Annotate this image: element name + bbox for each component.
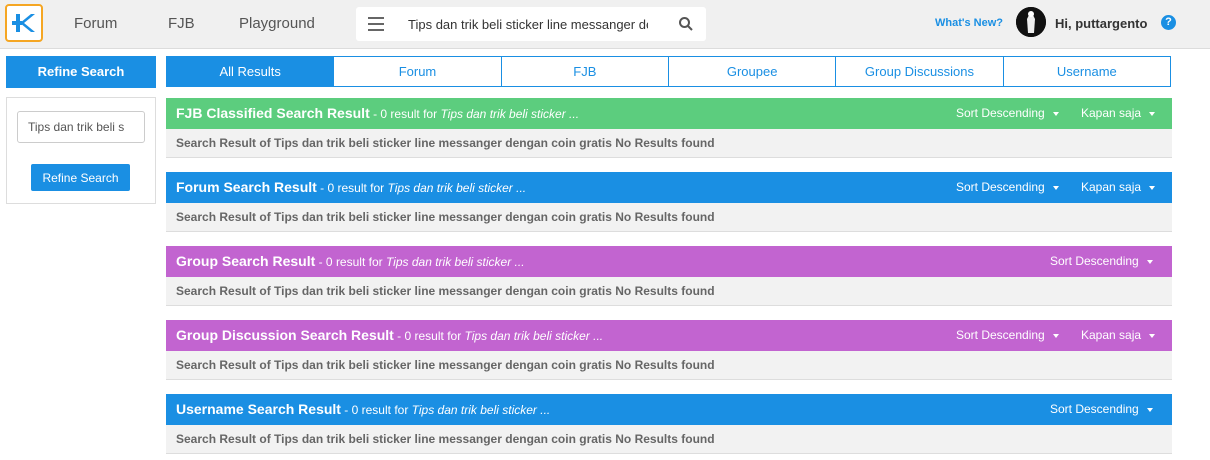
- chevron-down-icon: [1146, 259, 1153, 264]
- user-greeting[interactable]: Hi, puttargento: [1055, 16, 1147, 31]
- sort-label: Sort Descending: [1050, 402, 1139, 416]
- chevron-down-icon: [1149, 185, 1156, 190]
- nav-forum[interactable]: Forum: [74, 0, 117, 48]
- result-title: Forum Search Result: [176, 179, 317, 195]
- result-count: - 0 result for: [393, 329, 465, 343]
- menu-icon[interactable]: [368, 17, 384, 31]
- time-filter-dropdown[interactable]: Kapan saja: [1081, 320, 1156, 351]
- search-icon[interactable]: [678, 16, 694, 32]
- global-search-box: [356, 7, 706, 41]
- fjb-classified-result: FJB Classified Search Result - 0 result …: [166, 98, 1172, 158]
- result-header: Group Search Result - 0 result for Tips …: [166, 246, 1172, 277]
- avatar[interactable]: [1016, 7, 1046, 37]
- result-tabs: All Results Forum FJB Groupee Group Disc…: [166, 56, 1171, 87]
- tab-username[interactable]: Username: [1003, 56, 1171, 87]
- top-navbar: Forum FJB Playground What's New? Hi, put…: [0, 0, 1210, 49]
- result-count: - 0 result for: [369, 107, 441, 121]
- result-query: Tips dan trik beli sticker ...: [440, 107, 580, 121]
- chevron-down-icon: [1052, 333, 1059, 338]
- result-header: Forum Search Result - 0 result for Tips …: [166, 172, 1172, 203]
- nav-playground[interactable]: Playground: [239, 0, 315, 48]
- result-query: Tips dan trik beli sticker ...: [387, 181, 527, 195]
- username-result: Username Search Result - 0 result for Ti…: [166, 394, 1172, 454]
- refine-search-panel: Refine Search: [6, 97, 156, 204]
- sort-dropdown[interactable]: Sort Descending: [956, 172, 1059, 203]
- result-message: Search Result of Tips dan trik beli stic…: [166, 203, 1172, 232]
- chevron-down-icon: [1052, 185, 1059, 190]
- result-title: Group Search Result: [176, 253, 316, 269]
- result-header: Group Discussion Search Result - 0 resul…: [166, 320, 1172, 351]
- whats-new-link[interactable]: What's New?: [935, 17, 1003, 29]
- forum-result: Forum Search Result - 0 result for Tips …: [166, 172, 1172, 232]
- chevron-down-icon: [1149, 111, 1156, 116]
- sort-dropdown[interactable]: Sort Descending: [956, 98, 1059, 129]
- result-message: Search Result of Tips dan trik beli stic…: [166, 425, 1172, 454]
- time-label: Kapan saja: [1081, 106, 1142, 120]
- result-message: Search Result of Tips dan trik beli stic…: [166, 277, 1172, 306]
- result-title: Username Search Result: [176, 401, 341, 417]
- result-header: Username Search Result - 0 result for Ti…: [166, 394, 1172, 425]
- tab-fjb[interactable]: FJB: [501, 56, 669, 87]
- result-title: Group Discussion Search Result: [176, 327, 394, 343]
- refine-search-input[interactable]: [17, 111, 145, 143]
- result-header: FJB Classified Search Result - 0 result …: [166, 98, 1172, 129]
- chevron-down-icon: [1052, 111, 1059, 116]
- refine-search-button[interactable]: Refine Search: [31, 164, 130, 191]
- group-discussion-result: Group Discussion Search Result - 0 resul…: [166, 320, 1172, 380]
- sort-label: Sort Descending: [956, 328, 1045, 342]
- tab-group-discussions[interactable]: Group Discussions: [836, 56, 1004, 87]
- group-result: Group Search Result - 0 result for Tips …: [166, 246, 1172, 306]
- kaskus-logo-icon[interactable]: [5, 4, 43, 42]
- nav-fjb[interactable]: FJB: [168, 0, 195, 48]
- result-count: - 0 result for: [340, 403, 412, 417]
- result-query: Tips dan trik beli sticker ...: [385, 255, 525, 269]
- time-filter-dropdown[interactable]: Kapan saja: [1081, 98, 1156, 129]
- refine-search-title: Refine Search: [6, 56, 156, 88]
- sort-label: Sort Descending: [1050, 254, 1139, 268]
- sort-label: Sort Descending: [956, 180, 1045, 194]
- sort-label: Sort Descending: [956, 106, 1045, 120]
- result-message: Search Result of Tips dan trik beli stic…: [166, 129, 1172, 158]
- sort-dropdown[interactable]: Sort Descending: [1050, 394, 1153, 425]
- tab-forum[interactable]: Forum: [334, 56, 502, 87]
- chevron-down-icon: [1146, 407, 1153, 412]
- result-count: - 0 result for: [315, 255, 386, 269]
- result-message: Search Result of Tips dan trik beli stic…: [166, 351, 1172, 380]
- result-query: Tips dan trik beli sticker ...: [411, 403, 551, 417]
- chevron-down-icon: [1149, 333, 1156, 338]
- result-query: Tips dan trik beli sticker ...: [464, 329, 604, 343]
- sort-dropdown[interactable]: Sort Descending: [1050, 246, 1153, 277]
- time-label: Kapan saja: [1081, 328, 1142, 342]
- result-title: FJB Classified Search Result: [176, 105, 370, 121]
- help-icon[interactable]: ?: [1161, 15, 1176, 30]
- global-search-input[interactable]: [400, 7, 656, 41]
- time-filter-dropdown[interactable]: Kapan saja: [1081, 172, 1156, 203]
- sort-dropdown[interactable]: Sort Descending: [956, 320, 1059, 351]
- tab-groupee[interactable]: Groupee: [668, 56, 837, 87]
- time-label: Kapan saja: [1081, 180, 1142, 194]
- result-count: - 0 result for: [316, 181, 388, 195]
- tab-all-results[interactable]: All Results: [166, 56, 335, 87]
